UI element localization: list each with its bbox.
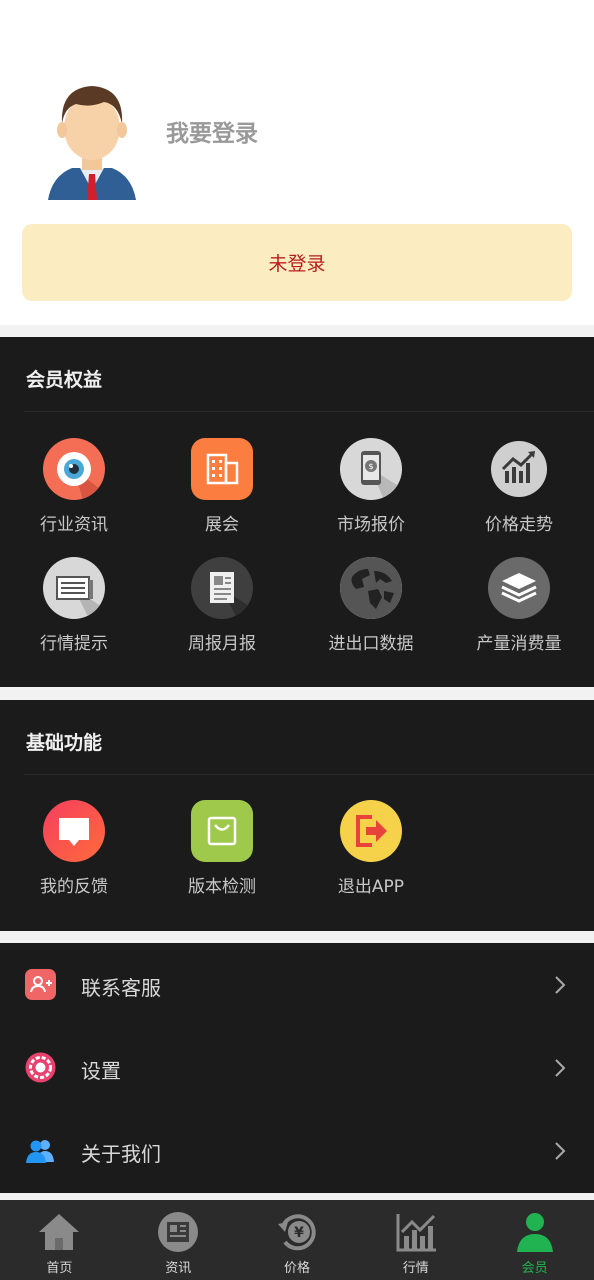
bottom-tab-bar: 首页 资讯 ¥ 价格 行情 会员 — [0, 1200, 594, 1280]
avatar[interactable] — [44, 78, 140, 202]
about-us-icon — [26, 1140, 54, 1163]
settings-icon — [25, 1052, 56, 1083]
benefit-label: 市场报价 — [337, 515, 405, 535]
list-item-label: 关于我们 — [81, 1142, 161, 1166]
chevron-right-icon — [555, 1142, 566, 1160]
benefit-label: 价格走势 — [485, 515, 553, 535]
svg-text:¥: ¥ — [294, 1225, 304, 1241]
list-item-about-us[interactable]: 关于我们 — [0, 1109, 594, 1192]
benefit-market-alert[interactable]: 行情提示 — [0, 557, 148, 654]
tab-label: 行情 — [402, 1261, 429, 1276]
customer-service-icon — [25, 969, 56, 1000]
tab-label: 首页 — [46, 1261, 73, 1276]
tab-member[interactable]: 会员 — [475, 1200, 594, 1280]
eye-icon — [43, 438, 105, 500]
benefit-label: 展会 — [205, 515, 239, 535]
phone-price-icon: $ — [340, 438, 402, 500]
tab-label: 会员 — [521, 1261, 548, 1276]
basic-version-check[interactable]: 版本检测 — [148, 800, 296, 897]
divider — [24, 774, 594, 775]
benefit-label: 行业资讯 — [40, 515, 108, 535]
feedback-icon — [43, 800, 105, 862]
benefit-market-price[interactable]: $ 市场报价 — [297, 438, 445, 535]
trend-chart-icon — [491, 441, 547, 497]
list-item-customer-service[interactable]: 联系客服 — [0, 943, 594, 1026]
home-icon — [39, 1214, 80, 1250]
profile-header: 我要登录 未登录 — [0, 0, 594, 325]
basic-exit-app[interactable]: 退出APP — [297, 800, 445, 897]
layers-icon — [488, 557, 550, 619]
login-status-banner[interactable]: 未登录 — [22, 224, 572, 301]
section-title: 基础功能 — [26, 732, 103, 754]
settings-list: 联系客服 设置 关于我们 — [0, 943, 594, 1193]
benefit-industry-news[interactable]: 行业资讯 — [0, 438, 148, 535]
tab-label: 价格 — [283, 1261, 310, 1276]
member-benefits-section: 会员权益 行业资讯 展会 $ 市场报价 价格走势 行情提示 周报月报 进出口数据… — [0, 337, 594, 687]
basic-label: 版本检测 — [188, 877, 256, 897]
chevron-right-icon — [555, 976, 566, 994]
basic-feedback[interactable]: 我的反馈 — [0, 800, 148, 897]
benefit-price-trend[interactable]: 价格走势 — [445, 438, 593, 535]
chevron-right-icon — [555, 1059, 566, 1077]
basic-label: 退出APP — [337, 877, 405, 897]
building-icon — [191, 438, 253, 500]
market-icon — [396, 1214, 436, 1252]
benefit-exhibition[interactable]: 展会 — [148, 438, 296, 535]
benefit-label: 行情提示 — [40, 634, 108, 654]
basic-label: 我的反馈 — [40, 877, 108, 897]
tab-label: 资讯 — [165, 1261, 192, 1276]
member-icon — [516, 1213, 553, 1252]
tab-price[interactable]: ¥ 价格 — [238, 1200, 357, 1280]
benefit-label: 进出口数据 — [328, 634, 414, 654]
tab-home[interactable]: 首页 — [0, 1200, 119, 1280]
benefit-weekly-monthly-report[interactable]: 周报月报 — [148, 557, 296, 654]
divider — [24, 411, 594, 412]
list-item-label: 设置 — [81, 1059, 121, 1083]
report-icon — [191, 557, 253, 619]
benefit-import-export-data[interactable]: 进出口数据 — [297, 557, 445, 654]
login-link[interactable]: 我要登录 — [166, 114, 258, 148]
svg-text:$: $ — [368, 462, 373, 471]
bag-icon — [191, 800, 253, 862]
tab-news[interactable]: 资讯 — [119, 1200, 238, 1280]
benefit-label: 周报月报 — [188, 634, 256, 654]
news-icon — [158, 1212, 199, 1252]
basic-functions-section: 基础功能 我的反馈 版本检测 退出APP — [0, 700, 594, 931]
list-item-settings[interactable]: 设置 — [0, 1026, 594, 1109]
list-item-label: 联系客服 — [81, 976, 161, 1000]
price-icon: ¥ — [277, 1214, 316, 1251]
tab-market[interactable]: 行情 — [356, 1200, 475, 1280]
globe-icon — [340, 557, 402, 619]
exit-icon — [340, 800, 402, 862]
benefit-label: 产量消费量 — [476, 634, 562, 654]
newspaper-icon — [43, 557, 105, 619]
benefit-production-consumption[interactable]: 产量消费量 — [445, 557, 593, 654]
section-title: 会员权益 — [26, 369, 103, 391]
